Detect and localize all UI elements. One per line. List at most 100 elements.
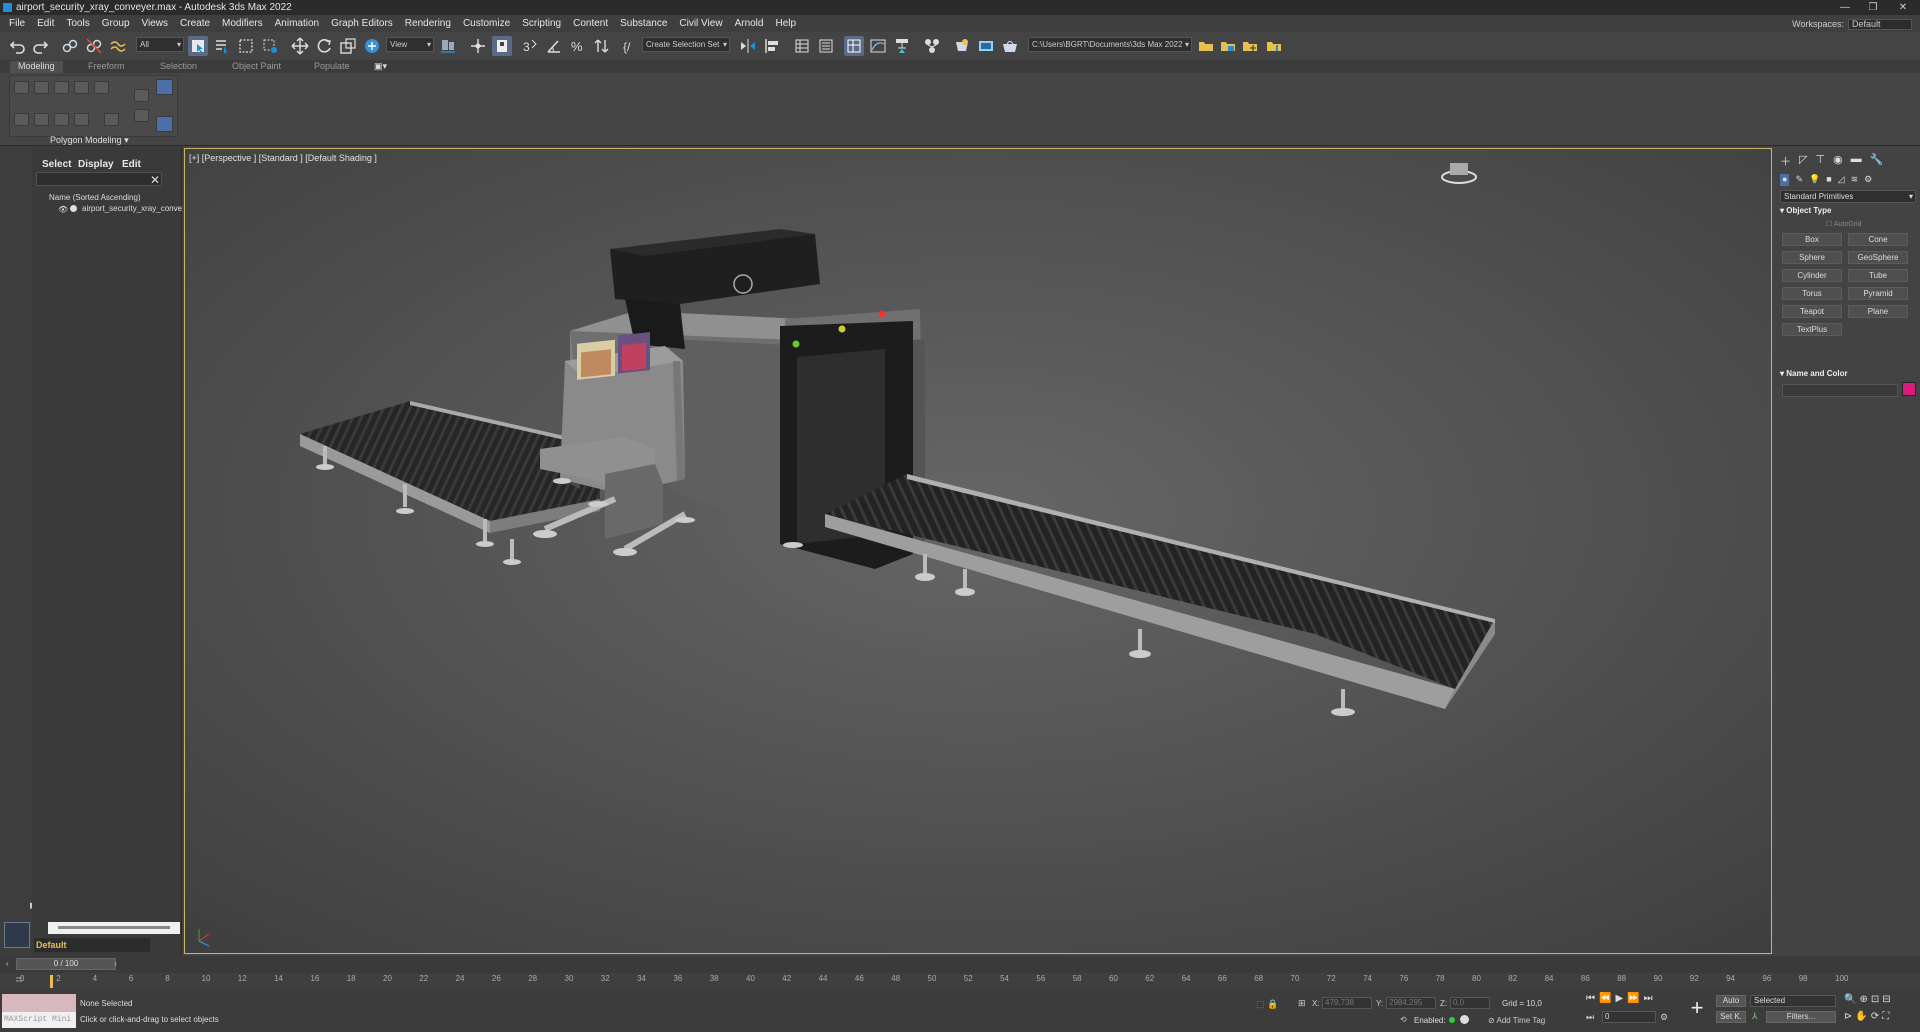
modify-tab-icon[interactable]: ◸ [1799,153,1807,167]
rendered-frame-window-icon[interactable] [976,36,996,56]
viewport-label[interactable]: [+] [Perspective ] [Standard ] [Default … [189,153,377,163]
z-coordinate-field[interactable]: 0,0 [1450,997,1490,1009]
material-editor-icon[interactable] [922,36,942,56]
ribbon-panel-label[interactable]: Polygon Modeling ▾ [50,135,129,146]
undo-icon[interactable] [8,36,28,56]
tab-object-paint[interactable]: Object Paint [224,61,289,73]
auto-key-button[interactable]: Auto [1716,995,1746,1007]
set-key-icon[interactable]: + [1684,996,1710,1022]
explorer-object-row[interactable]: airport_security_xray_conve [82,204,182,213]
select-by-name-icon[interactable] [212,36,232,56]
utilities-tab-icon[interactable]: 🔧 [1870,153,1884,167]
cone-button[interactable]: Cone [1848,233,1908,246]
ribbon-tool-icon[interactable] [14,113,29,126]
geometry-icon[interactable]: ● [1780,174,1790,186]
geosphere-button[interactable]: GeoSphere [1848,251,1908,264]
next-key-icon[interactable]: ⏩ [1627,993,1643,1004]
helpers-icon[interactable]: ◿ [1838,174,1845,186]
clear-search-icon[interactable]: ✕ [150,173,160,187]
pyramid-button[interactable]: Pyramid [1848,287,1908,300]
edge-mode-icon[interactable] [156,116,173,132]
keyboard-shortcut-toggle-icon[interactable] [492,36,512,56]
current-frame-field[interactable]: 0 [1602,1011,1656,1023]
adaptive-degradation-icon[interactable]: ⟲ [1400,1015,1407,1024]
scale-icon[interactable] [338,36,358,56]
next-frame-icon[interactable]: › [114,959,117,968]
menu-item[interactable]: Customize [458,18,517,29]
go-to-end-icon[interactable]: ⏭ [1644,993,1657,1004]
cylinder-button[interactable]: Cylinder [1782,269,1842,282]
angle-snap-icon[interactable] [544,36,564,56]
edit-named-selection-icon[interactable]: {/ [620,36,640,56]
modify-mode-icon[interactable] [156,79,173,95]
motion-tab-icon[interactable]: ◉ [1833,153,1843,167]
maxscript-listener-input[interactable] [2,994,76,1012]
mirror-icon[interactable] [738,36,758,56]
archive-folder-icon[interactable] [1264,36,1284,56]
menu-item[interactable]: Views [137,18,176,29]
minimize-icon[interactable]: — [1831,0,1859,15]
maximize-viewport-icon[interactable]: ⛶ [1882,1011,1892,1022]
visibility-eye-icon[interactable]: 👁 [58,205,68,214]
menu-item[interactable]: Scripting [517,18,568,29]
primitive-category-dropdown[interactable]: Standard Primitives ▾ [1780,190,1916,203]
add-time-tag[interactable]: ⊘ Add Time Tag [1488,1016,1545,1025]
tab-modeling[interactable]: Modeling [10,61,63,73]
menu-item[interactable]: Modifiers [217,18,270,29]
window-crossing-icon[interactable] [260,36,280,56]
ribbon-tool-icon[interactable] [74,81,89,94]
lights-icon[interactable]: 💡 [1809,174,1820,186]
zoom-extents-icon[interactable]: ⊡ [1871,994,1882,1005]
isolate-selection-icon[interactable]: ⬚ 🔒 [1256,999,1278,1010]
create-tab-icon[interactable]: ＋ [1780,153,1791,168]
spinner-snap-icon[interactable] [592,36,612,56]
unlink-icon[interactable] [84,36,104,56]
x-coordinate-field[interactable]: 479,738 [1322,997,1372,1009]
open-folder-icon[interactable] [1218,36,1238,56]
ribbon-tool-icon[interactable] [134,89,149,102]
name-and-color-rollout[interactable]: ▾ Name and Color [1780,369,1916,378]
menu-item[interactable]: Animation [270,18,326,29]
ribbon-tool-icon[interactable] [94,81,109,94]
torus-button[interactable]: Torus [1782,287,1842,300]
rotate-icon[interactable] [314,36,334,56]
set-key-button[interactable]: Set K. [1716,1011,1746,1023]
bind-spacewarp-icon[interactable] [108,36,128,56]
named-selection-set-dropdown[interactable]: Create Selection Set [642,37,730,52]
ribbon-tool-icon[interactable] [14,81,29,94]
explorer-column-header[interactable]: Name (Sorted Ascending) [49,193,141,202]
menu-item[interactable]: Group [97,18,137,29]
shapes-icon[interactable]: ✎ [1795,174,1803,186]
orbit-icon[interactable]: ⟳ [1871,1011,1882,1022]
tab-freeform[interactable]: Freeform [80,61,133,73]
ribbon-tool-icon[interactable] [74,113,89,126]
align-icon[interactable] [762,36,782,56]
project-folder-dropdown[interactable]: C:\Users\BGRT\Documents\3ds Max 2022 [1028,37,1192,52]
schematic-view-icon[interactable] [892,36,912,56]
key-filters-button[interactable]: Filters... [1766,1011,1836,1023]
maximize-icon[interactable]: ❐ [1859,0,1887,15]
zoom-extents-all-icon[interactable]: ⊟ [1882,994,1893,1005]
save-folder-icon[interactable] [1240,36,1260,56]
previous-key-icon[interactable]: ⏪ [1599,993,1615,1004]
menu-item[interactable]: File [4,18,32,29]
ribbon-tool-icon[interactable] [104,113,119,126]
pivot-center-icon[interactable] [438,36,458,56]
menu-item[interactable]: Edit [32,18,61,29]
key-mode-icon[interactable]: ⏭ [1586,1012,1594,1023]
cameras-icon[interactable]: ■ [1826,174,1831,186]
ribbon-tool-icon[interactable] [34,81,49,94]
close-icon[interactable]: ✕ [1889,0,1917,15]
ribbon-tool-icon[interactable] [54,81,69,94]
workspace-dropdown[interactable]: Default [1848,19,1912,30]
place-icon[interactable] [362,36,382,56]
prev-frame-icon[interactable]: ‹ [6,959,9,968]
menu-item[interactable]: Arnold [730,18,771,29]
autogrid-checkbox[interactable]: ☐ AutoGrid [1826,220,1861,228]
selection-filter-dropdown[interactable]: All [136,37,184,52]
scene-explorer-icon[interactable] [792,36,812,56]
link-icon[interactable] [60,36,80,56]
ribbon-tool-icon[interactable] [134,109,149,122]
explorer-tab-select[interactable]: Select [42,159,71,170]
move-icon[interactable] [290,36,310,56]
